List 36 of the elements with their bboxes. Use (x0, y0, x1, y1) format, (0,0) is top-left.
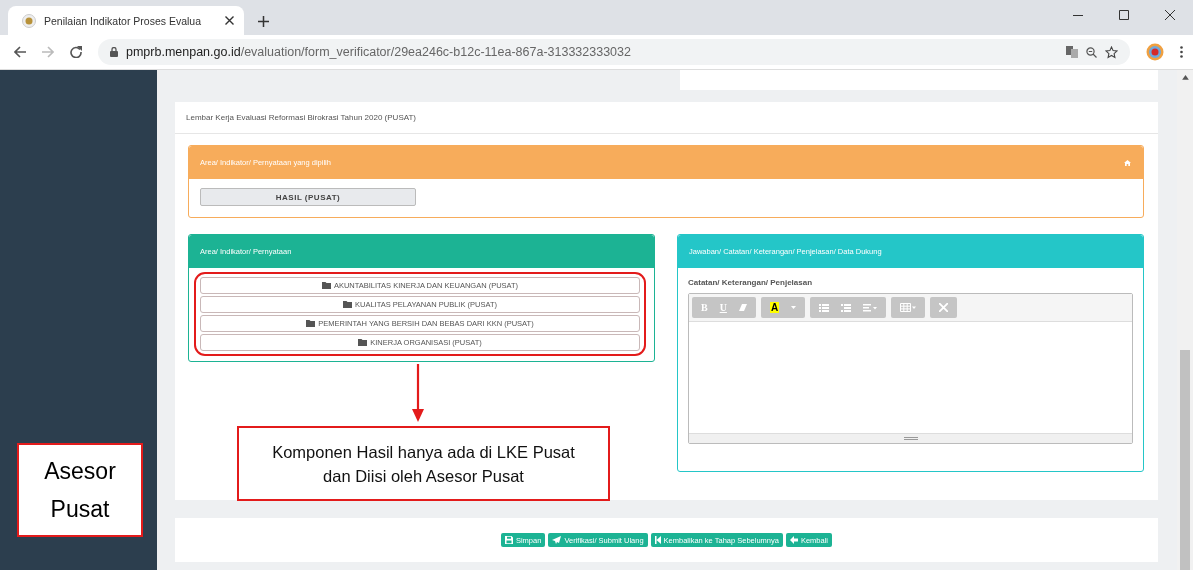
reload-icon[interactable] (70, 46, 82, 58)
tab-title: Penilaian Indikator Proses Evalua (44, 14, 202, 27)
folder-icon (306, 320, 316, 327)
folder-icon (358, 339, 368, 346)
save-icon (504, 536, 513, 544)
send-icon (552, 536, 562, 544)
close-icon[interactable] (225, 16, 234, 25)
highlight-button[interactable]: A (769, 302, 780, 313)
close-icon[interactable] (1165, 10, 1175, 20)
folder-icon (343, 301, 352, 308)
menu-icon[interactable] (1180, 46, 1183, 58)
profile-icon[interactable] (1146, 43, 1164, 61)
field-label: Catatan/ Keterangan/ Penjelasan (688, 278, 814, 287)
annotation-label: Asesor Pusat (17, 443, 143, 537)
back-icon[interactable] (14, 46, 26, 58)
lock-icon (110, 47, 118, 57)
form-title: Lembar Kerja Evaluasi Reformasi Birokrasi Tahun 2020 (PUSAT) (186, 113, 417, 122)
resize-grip-icon[interactable] (903, 437, 918, 440)
url-text: pmprb.menpan.go.id/evaluation/form_verificator/29ea246c-b12c-11ea-867a-313332333032 (126, 45, 632, 59)
translate-icon[interactable] (1066, 46, 1078, 58)
scrollbar[interactable] (1177, 70, 1193, 570)
arrow-left-icon (789, 536, 798, 544)
maximize-icon[interactable] (1119, 10, 1129, 20)
address-bar[interactable]: pmprb.menpan.go.id/evaluation/form_verificator/29ea246c-b12c-11ea-867a-313332333032 (98, 39, 1130, 65)
folder-icon (321, 282, 331, 289)
annotation-callout: Komponen Hasil hanya ada di LKE Pusat dan Diisi oleh Asesor Pusat (237, 426, 610, 501)
browser-tab[interactable]: Penilaian Indikator Proses Evalua (8, 6, 244, 35)
emblem-icon (22, 13, 36, 28)
step-back-icon (654, 536, 661, 544)
annotation-arrow (412, 364, 424, 422)
selected-item-button[interactable]: HASIL (PUSAT) (200, 188, 416, 206)
star-icon[interactable] (1105, 45, 1118, 59)
new-tab-icon[interactable] (258, 16, 269, 27)
zoom-icon[interactable] (1086, 46, 1097, 58)
scroll-up-icon[interactable] (1181, 75, 1189, 80)
rich-text-editor[interactable]: B U A (688, 293, 1133, 444)
